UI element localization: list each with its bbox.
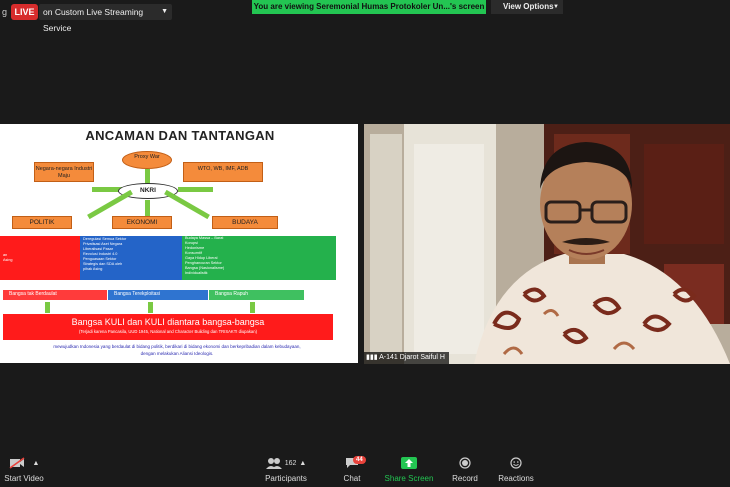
share-screen-button[interactable]: Share Screen (384, 455, 434, 484)
shared-slide: ANCAMAN DAN TANTANGAN Proxy War Negara-n… (0, 124, 358, 363)
smiley-icon (496, 455, 536, 471)
top-bar: g LIVE on Custom Live Streaming Service … (0, 0, 730, 33)
participant-video[interactable]: ▮▮▮ A-141 Djarot Saiful H (364, 124, 730, 364)
chat-unread-badge: 44 (353, 456, 366, 464)
ekonomi-list: Deregulasi Semua Sektor Privatisasi Aset… (83, 237, 127, 271)
bangsa-kuli-box: Bangsa KULI dan KULI diantara bangsa-ban… (3, 314, 333, 340)
view-options-button[interactable]: View Options ▼ (491, 0, 563, 14)
arrow-down-mid (145, 200, 150, 216)
signal-icon: ▮▮▮ (366, 354, 380, 361)
recording-label: g (2, 7, 8, 17)
reactions-button[interactable]: Reactions (496, 455, 536, 484)
start-video-button[interactable]: ▲ Start Video (0, 455, 48, 484)
record-icon (448, 455, 482, 471)
viewing-screen-banner: You are viewing Seremonial Humas Protoko… (252, 0, 486, 14)
arrow-down-right (164, 189, 210, 220)
politik-list: an Asing (3, 253, 13, 262)
live-streaming-dropdown[interactable]: on Custom Live Streaming Service ▼ (39, 4, 172, 33)
participant-name-label: ▮▮▮ A-141 Djarot Saiful H (364, 352, 449, 364)
chevron-up-icon[interactable]: ▲ (299, 460, 306, 467)
arrow-to-bangsa-3 (250, 302, 255, 313)
live-badge[interactable]: LIVE (11, 4, 38, 20)
chat-label: Chat (343, 474, 361, 483)
arrow-to-bangsa-2 (148, 302, 153, 313)
chevron-down-icon: ▼ (161, 8, 168, 15)
strip-berdaulat: Bangsa tak Berdaulat (3, 290, 107, 300)
bangsa-main-text: Bangsa KULI dan KULI diantara bangsa-ban… (71, 317, 265, 327)
view-options-label: View Options (503, 2, 554, 11)
negara-box: Negara-negara Industri Maju (34, 162, 94, 182)
video-feed-image (364, 124, 730, 364)
chevron-up-icon[interactable]: ▲ (33, 460, 40, 467)
politik-box: POLITIK (12, 216, 72, 229)
arrow-down-left (87, 189, 133, 220)
strip-terekploitasi: Bangsa Terekploitasi (108, 290, 208, 300)
participants-button[interactable]: 162 ▲ Participants (262, 455, 310, 484)
wto-box: WTO, WB, IMF, ADB (183, 162, 263, 182)
share-screen-icon (384, 455, 434, 471)
arrow-top (145, 169, 150, 184)
arrow-to-bangsa-1 (45, 302, 50, 313)
video-off-icon: ▲ (0, 455, 48, 471)
budaya-box: BUDAYA (212, 216, 278, 229)
start-video-label: Start Video (4, 474, 44, 483)
participants-label: Participants (265, 474, 307, 483)
budaya-list: Budaya Massa – Barat Korupsi Hedonisme K… (185, 236, 225, 275)
proxy-war-box: Proxy War (122, 151, 172, 169)
record-label: Record (452, 474, 478, 483)
arrow-right (178, 187, 213, 192)
slide-footnote: mewujudkan Indonesia yang berdaulat di b… (53, 344, 301, 356)
chat-button[interactable]: 44 Chat (335, 455, 369, 484)
bangsa-sub-text: (Terjadi karena Pancasila, UUD 1945, Nat… (79, 329, 257, 334)
meeting-toolbar: ▲ Start Video 162 ▲ Participants 44 Chat… (0, 452, 730, 487)
participants-icon: 162 ▲ (262, 455, 310, 471)
chevron-down-icon: ▼ (553, 4, 559, 10)
live-streaming-label: on Custom Live Streaming Service (43, 7, 144, 33)
strip-rapuh: Bangsa Rapuh (209, 290, 304, 300)
participants-count: 162 (284, 459, 297, 467)
share-screen-label: Share Screen (384, 474, 434, 483)
ekonomi-box: EKONOMI (112, 216, 172, 229)
record-button[interactable]: Record (448, 455, 482, 484)
slide-title: ANCAMAN DAN TANTANGAN (85, 128, 275, 143)
reactions-label: Reactions (498, 474, 534, 483)
